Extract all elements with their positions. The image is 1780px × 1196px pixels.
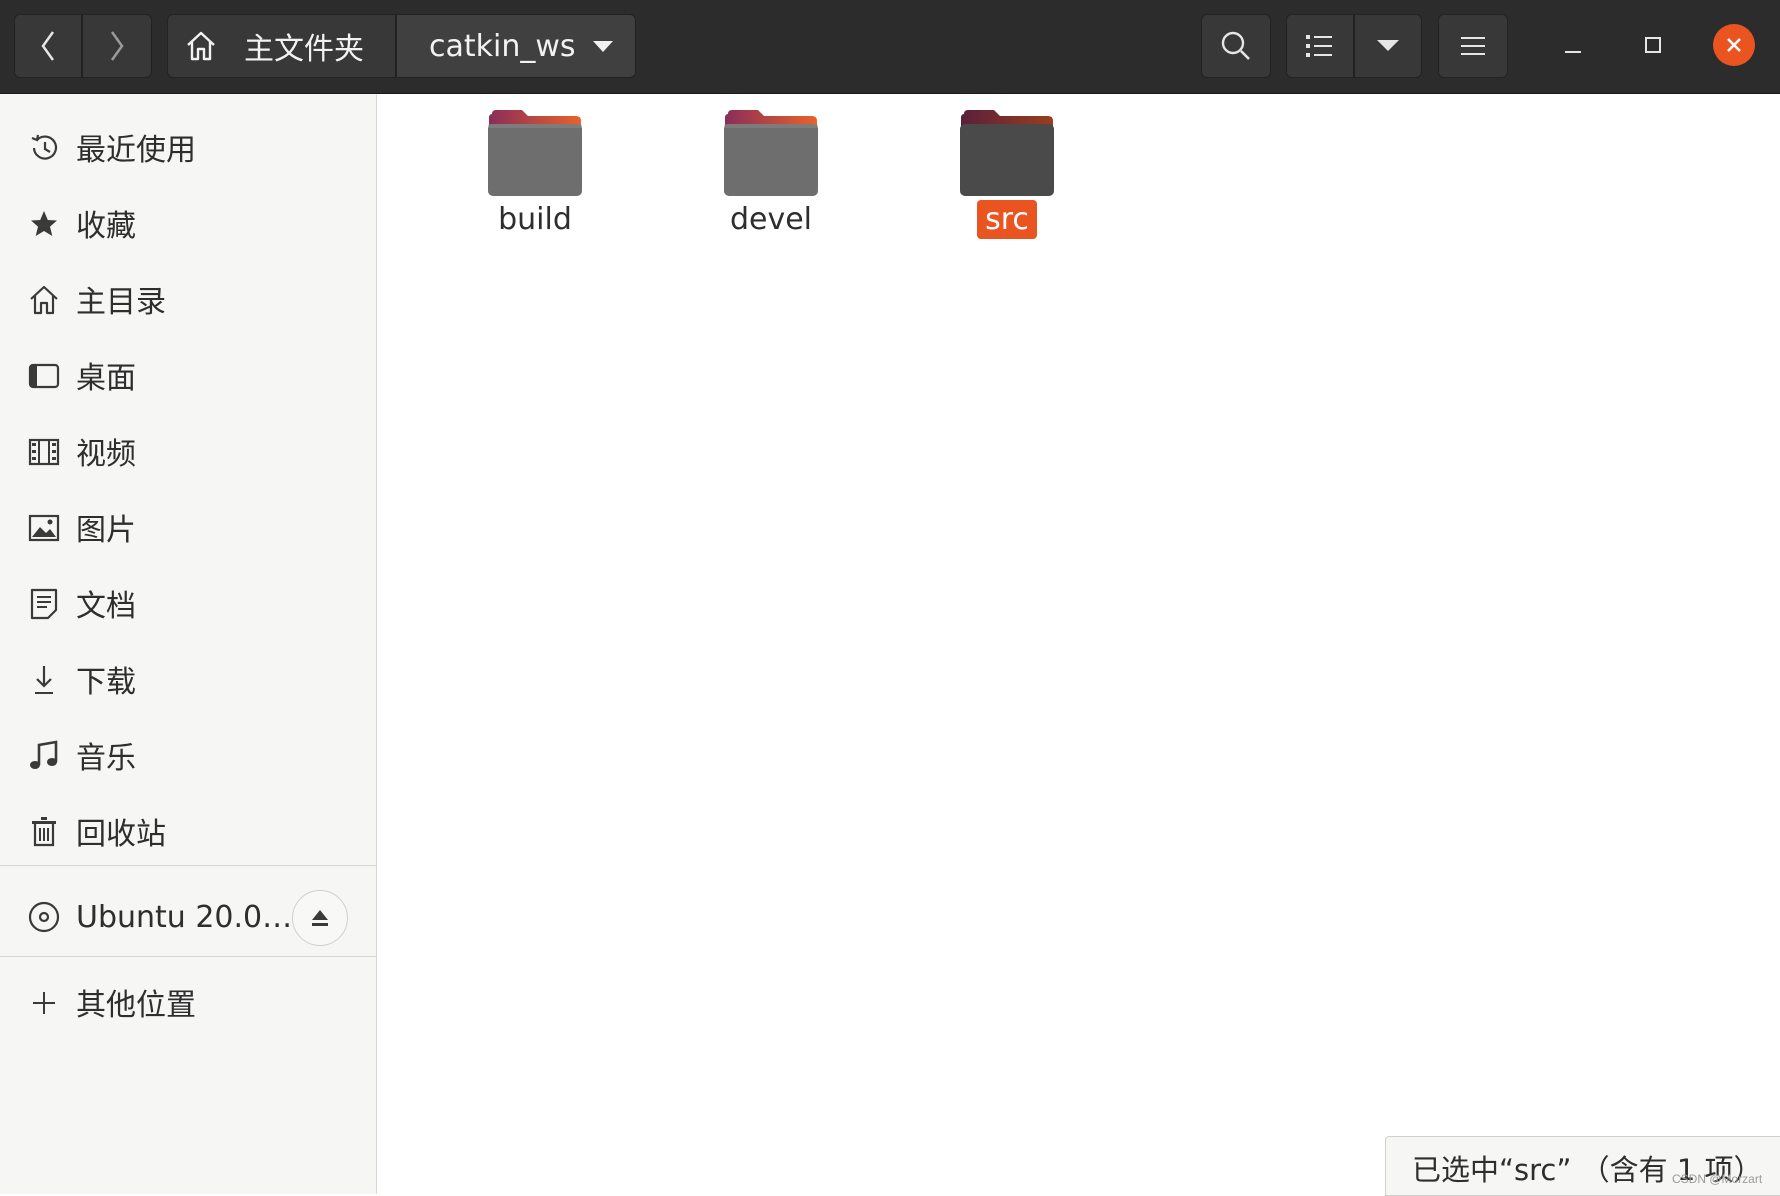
sidebar-item-pictures[interactable]: 图片: [0, 496, 376, 558]
chevron-right-icon: [110, 31, 124, 61]
folder-icon: [960, 110, 1054, 196]
sidebar-item-music[interactable]: 音乐: [0, 724, 376, 786]
hamburger-menu-icon: [1461, 37, 1485, 55]
disc-icon: [27, 900, 61, 934]
sidebar-item-label: 收藏: [76, 209, 136, 244]
sidebar-item-recent[interactable]: 最近使用: [0, 116, 376, 178]
maximize-icon: [1645, 37, 1661, 53]
file-name: devel: [729, 202, 813, 237]
sidebar-item-starred[interactable]: 收藏: [0, 192, 376, 254]
sidebar-item-other-locations[interactable]: 其他位置: [0, 971, 376, 1033]
sidebar-item-videos[interactable]: 视频: [0, 420, 376, 482]
sidebar-item-trash[interactable]: 回收站: [0, 800, 376, 862]
selection-status: 已选中“src” （含有 1 项）: [1385, 1136, 1780, 1196]
sidebar-item-home[interactable]: 主目录: [0, 268, 376, 330]
music-icon: [27, 739, 61, 773]
desktop-icon: [27, 359, 61, 393]
close-button[interactable]: [1713, 24, 1755, 66]
sidebar-item-label: 最近使用: [76, 133, 196, 168]
file-item-build[interactable]: build: [450, 110, 620, 250]
close-icon: [1727, 38, 1741, 52]
plus-icon: [27, 986, 61, 1020]
caret-down-icon: [593, 41, 613, 52]
star-icon: [27, 207, 61, 241]
sidebar-item-documents[interactable]: 文档: [0, 572, 376, 634]
sidebar-item-label: 图片: [76, 513, 136, 548]
view-options-button[interactable]: [1354, 14, 1422, 78]
watermark: CSDN @Morzart: [1672, 1172, 1763, 1186]
forward-button[interactable]: [82, 14, 152, 78]
home-icon: [187, 31, 215, 61]
sidebar-item-label: 其他位置: [76, 988, 196, 1023]
sidebar-item-label: 主目录: [76, 285, 166, 320]
chevron-left-icon: [41, 31, 55, 61]
eject-button[interactable]: [292, 890, 348, 946]
home-icon: [27, 283, 61, 317]
image-icon: [27, 511, 61, 545]
header-bar: 主文件夹 catkin_ws: [0, 0, 1780, 94]
file-item-src[interactable]: src: [922, 110, 1092, 250]
path-current-label: catkin_ws: [429, 28, 576, 64]
folder-icon: [488, 110, 582, 196]
file-name: src: [922, 200, 1092, 239]
sidebar-item-label: 桌面: [76, 361, 136, 396]
file-item-devel[interactable]: devel: [686, 110, 856, 250]
path-home-label: 主文件夹: [244, 32, 364, 67]
sidebar-item-device[interactable]: Ubuntu 20.0…: [0, 880, 376, 954]
sidebar-item-label: 回收站: [76, 817, 166, 852]
caret-down-icon: [1377, 40, 1399, 51]
sidebar-separator: [0, 865, 376, 866]
sidebar: 最近使用 收藏 主目录 桌面 视频 图片 文档 下载 音乐 回收站 Ubuntu…: [0, 94, 377, 1194]
sidebar-item-label: 文档: [76, 589, 136, 624]
path-home-button[interactable]: 主文件夹: [167, 14, 396, 78]
trash-icon: [27, 815, 61, 849]
sidebar-item-label: 下载: [76, 665, 136, 700]
sidebar-item-label: Ubuntu 20.0…: [76, 899, 293, 935]
document-icon: [27, 587, 61, 621]
list-view-button[interactable]: [1286, 14, 1354, 78]
folder-icon: [724, 110, 818, 196]
sidebar-separator: [0, 956, 376, 957]
list-view-icon: [1306, 35, 1332, 57]
sidebar-item-downloads[interactable]: 下载: [0, 648, 376, 710]
search-icon: [1221, 31, 1250, 60]
search-button[interactable]: [1201, 14, 1271, 78]
eject-icon: [312, 910, 328, 926]
film-icon: [27, 435, 61, 469]
back-button[interactable]: [14, 14, 82, 78]
maximize-button[interactable]: [1632, 24, 1674, 66]
main-menu-button[interactable]: [1438, 14, 1508, 78]
file-name: build: [498, 202, 572, 237]
sidebar-item-desktop[interactable]: 桌面: [0, 344, 376, 406]
file-grid: build devel src: [377, 94, 1780, 1194]
sidebar-item-label: 视频: [76, 437, 136, 472]
path-current-button[interactable]: catkin_ws: [396, 14, 636, 78]
minimize-button[interactable]: [1552, 24, 1594, 66]
download-icon: [27, 663, 61, 697]
minimize-icon: [1565, 51, 1581, 53]
clock-icon: [27, 131, 61, 165]
sidebar-item-label: 音乐: [76, 741, 136, 776]
